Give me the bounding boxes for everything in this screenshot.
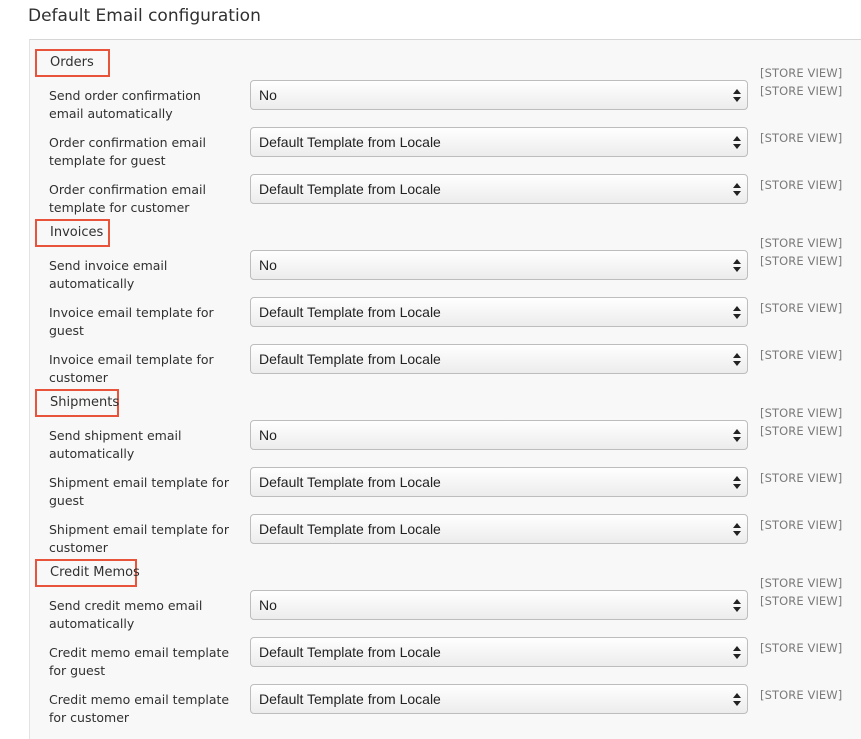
field-label: Credit memo email template for customer [49, 692, 230, 725]
scope-label: [STORE VIEW] [760, 688, 843, 702]
credit-memos-field-1-select[interactable]: No [250, 590, 748, 620]
select-value: Default Template from Locale [259, 351, 441, 367]
invoices-field-1-select[interactable]: No [250, 250, 748, 280]
scope-label: [STORE VIEW] [760, 424, 843, 438]
field-label: Invoice email template for customer [49, 352, 214, 385]
up-down-arrows-icon [733, 136, 741, 149]
scope-label: [STORE VIEW] [760, 131, 843, 145]
shipments-field-2-select[interactable]: Default Template from Locale [250, 467, 748, 497]
field-label: Order confirmation email template for cu… [49, 182, 206, 215]
select-value: Default Template from Locale [259, 644, 441, 660]
up-down-arrows-icon [733, 183, 741, 196]
scope-label: [STORE VIEW] [760, 301, 843, 315]
field-label: Send credit memo email automatically [49, 598, 203, 631]
scope-label: [STORE VIEW] [760, 594, 843, 608]
field-label: Credit memo email template for guest [49, 645, 230, 678]
up-down-arrows-icon [733, 89, 741, 102]
scope-label: [STORE VIEW] [760, 66, 843, 80]
scope-label: [STORE VIEW] [760, 471, 843, 485]
credit-memos-field-2-select[interactable]: Default Template from Locale [250, 637, 748, 667]
field-label: Shipment email template for customer [49, 522, 229, 555]
shipments-field-3-select[interactable]: Default Template from Locale [250, 514, 748, 544]
up-down-arrows-icon [733, 646, 741, 659]
scope-label: [STORE VIEW] [760, 348, 843, 362]
orders-field-3-select[interactable]: Default Template from Locale [250, 174, 748, 204]
up-down-arrows-icon [733, 429, 741, 442]
up-down-arrows-icon [733, 523, 741, 536]
section-heading-invoices: Invoices [35, 219, 110, 247]
select-value: Default Template from Locale [259, 181, 441, 197]
email-config-panel: Orders [STORE VIEW] Send order confirmatio… [29, 39, 861, 739]
up-down-arrows-icon [733, 306, 741, 319]
scope-label: [STORE VIEW] [760, 178, 843, 192]
credit-memos-field-3-select[interactable]: Default Template from Locale [250, 684, 748, 714]
section-heading-orders: Orders [35, 49, 110, 77]
scope-label: [STORE VIEW] [760, 254, 843, 268]
invoices-field-3-select[interactable]: Default Template from Locale [250, 344, 748, 374]
invoices-field-2-select[interactable]: Default Template from Locale [250, 297, 748, 327]
scope-label: [STORE VIEW] [760, 641, 843, 655]
scope-label: [STORE VIEW] [760, 518, 843, 532]
select-value: Default Template from Locale [259, 691, 441, 707]
up-down-arrows-icon [733, 599, 741, 612]
shipments-field-1-select[interactable]: No [250, 420, 748, 450]
orders-field-1-select[interactable]: No [250, 80, 748, 110]
select-value: No [259, 427, 277, 443]
field-label: Send shipment email automatically [49, 428, 182, 461]
field-label: Invoice email template for guest [49, 305, 214, 338]
select-value: Default Template from Locale [259, 521, 441, 537]
scope-label: [STORE VIEW] [760, 236, 843, 250]
scope-label: [STORE VIEW] [760, 576, 843, 590]
select-value: Default Template from Locale [259, 474, 441, 490]
section-heading-credit-memos: Credit Memos [35, 559, 140, 587]
select-value: No [259, 257, 277, 273]
page-title: Default Email configuration [28, 6, 261, 26]
field-label: Shipment email template for guest [49, 475, 229, 508]
orders-field-2-select[interactable]: Default Template from Locale [250, 127, 748, 157]
up-down-arrows-icon [733, 353, 741, 366]
up-down-arrows-icon [733, 476, 741, 489]
up-down-arrows-icon [733, 259, 741, 272]
select-value: No [259, 597, 277, 613]
select-value: Default Template from Locale [259, 304, 441, 320]
section-heading-shipments: Shipments [35, 389, 119, 417]
field-label: Send invoice email automatically [49, 258, 168, 291]
scope-label: [STORE VIEW] [760, 406, 843, 420]
scope-label: [STORE VIEW] [760, 84, 843, 98]
field-label: Order confirmation email template for gu… [49, 135, 206, 168]
field-label: Send order confirmation email automatica… [49, 88, 201, 121]
select-value: No [259, 87, 277, 103]
up-down-arrows-icon [733, 693, 741, 706]
select-value: Default Template from Locale [259, 134, 441, 150]
